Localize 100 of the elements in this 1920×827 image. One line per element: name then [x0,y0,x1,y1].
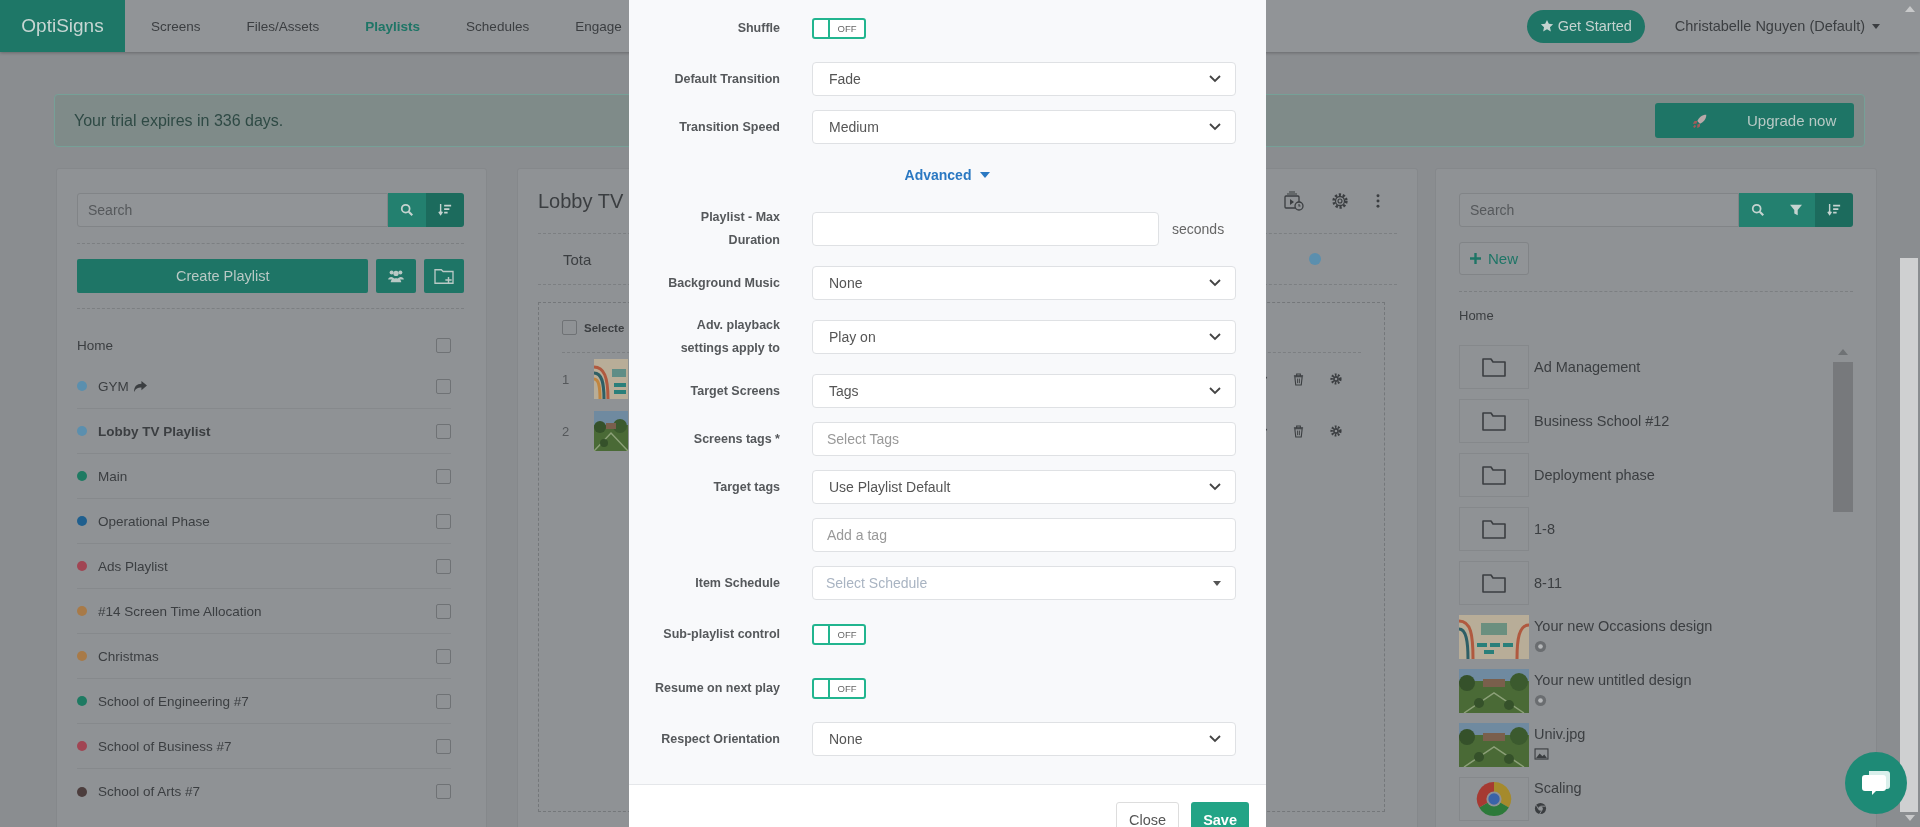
playlist-item[interactable]: Ads Playlist [98,558,168,574]
search-field[interactable]: Search [77,193,388,227]
input-field[interactable] [812,212,1159,246]
search-field[interactable]: Search [1459,193,1739,227]
filter-button[interactable] [1777,193,1815,227]
playlist-item[interactable]: Christmas [98,648,159,664]
file-name[interactable]: 1-8 [1534,521,1555,537]
scroll-down-icon[interactable] [1905,815,1915,821]
checkbox[interactable] [436,378,451,394]
checkbox[interactable] [436,693,451,709]
checkbox[interactable] [436,558,451,574]
folder-icon [1482,465,1506,485]
group-button[interactable] [376,259,417,293]
checkbox[interactable] [436,648,451,664]
search-button[interactable] [1739,193,1777,227]
settings-icon[interactable] [1330,425,1342,437]
checkbox[interactable] [436,784,451,799]
nav-link[interactable]: Screens [151,18,201,34]
new-button[interactable]: New [1459,242,1529,275]
file-name[interactable]: Your new untitled design [1534,672,1692,688]
input-field[interactable]: Add a tag [812,518,1236,552]
advanced-link[interactable]: Advanced [904,167,991,183]
settings-icon[interactable] [1331,192,1349,210]
checkbox[interactable] [436,468,451,484]
new-folder-button[interactable] [424,259,464,293]
dropdown[interactable]: Play on [812,320,1236,354]
create-playlist-button[interactable]: Create Playlist [77,259,369,293]
file-name[interactable]: Your new Occasions design [1534,618,1713,634]
checkbox[interactable] [436,738,451,754]
field-label: Background Music [668,274,780,292]
image-icon [1534,748,1549,760]
filter-icon [1790,204,1802,216]
scroll-up-icon[interactable] [1838,349,1848,355]
close-button[interactable]: Close [1116,802,1180,827]
dropdown[interactable]: Medium [812,110,1236,144]
nav-link[interactable]: Engage [575,18,622,34]
web-thumbnail[interactable] [1459,777,1529,821]
plus-icon [1470,253,1481,264]
dropdown[interactable]: None [812,722,1236,756]
dropdown[interactable]: Select Schedule [812,566,1236,600]
folder-thumbnail[interactable] [1459,345,1529,389]
nav-link[interactable]: Files/Assets [246,18,320,34]
search-button[interactable] [388,193,426,227]
page-scrollbar[interactable] [1900,258,1918,812]
get-started-button[interactable]: Get Started [1526,9,1645,43]
home-link[interactable]: Home [77,337,113,353]
checkbox[interactable] [436,423,451,439]
folder-thumbnail[interactable] [1459,453,1529,497]
settings-icon[interactable] [1330,373,1342,385]
user-menu[interactable]: Christabelle Nguyen (Default) [1674,18,1880,34]
playlist-item[interactable]: School of Engineering #7 [98,693,249,709]
more-icon[interactable] [1376,194,1380,208]
upgrade-button[interactable]: Upgrade now [1655,103,1854,138]
save-button[interactable]: Save [1191,802,1249,827]
field-label: Item Schedule [695,574,780,592]
sort-button[interactable] [1815,193,1853,227]
playlist-item[interactable]: #14 Screen Time Allocation [98,603,262,619]
home-link[interactable]: Home [1459,308,1853,323]
playlist-title: Lobby TV [538,189,624,213]
unit-label: seconds [1172,221,1225,237]
playlist-item[interactable]: GYM [98,378,129,394]
checkbox[interactable] [436,337,451,353]
checkbox[interactable] [562,320,577,335]
file-name[interactable]: Univ.jpg [1534,726,1586,742]
dropdown[interactable]: Tags [812,374,1236,408]
trash-icon[interactable] [1293,372,1304,386]
playlist-item[interactable]: School of Arts #7 [98,784,201,799]
input-field[interactable]: Select Tags [812,422,1236,456]
file-name[interactable]: Deployment phase [1534,467,1655,483]
dropdown[interactable]: Fade [812,62,1236,96]
file-name[interactable]: 8-11 [1534,575,1562,591]
playlist-schedule-icon[interactable] [1284,191,1304,211]
logo[interactable]: OptiSigns [0,0,125,52]
file-name[interactable]: Scaling [1534,780,1582,796]
checkbox[interactable] [436,513,451,529]
nav-link[interactable]: Schedules [466,18,530,34]
toggle-switch[interactable]: OFF [812,623,866,645]
file-name[interactable]: Ad Management [1534,359,1641,375]
scroll-up-icon[interactable] [1905,6,1915,12]
sort-button[interactable] [426,193,464,227]
playlist-item[interactable]: Lobby TV Playlist [98,423,211,439]
chevron-icon [1209,333,1221,341]
trash-icon[interactable] [1293,424,1304,438]
toggle-switch[interactable]: OFF [812,17,866,39]
folder-thumbnail[interactable] [1459,507,1529,551]
playlist-item[interactable]: School of Business #7 [98,738,232,754]
dropdown[interactable]: None [812,266,1236,300]
checkbox[interactable] [436,603,451,619]
playlist-item[interactable]: Operational Phase [98,513,210,529]
toggle-switch[interactable]: OFF [812,677,866,699]
folder-icon [1482,411,1506,431]
folder-thumbnail[interactable] [1459,561,1529,605]
playlist-item[interactable]: Main [98,468,128,484]
dropdown[interactable]: Use Playlist Default [812,470,1236,504]
chevron-icon [1209,75,1221,83]
field-label: Respect Orientation [661,730,780,748]
file-name[interactable]: Business School #12 [1534,413,1670,429]
nav-link[interactable]: Playlists [365,18,421,34]
folder-thumbnail[interactable] [1459,399,1529,443]
select-all-label: Selecte [584,321,625,334]
